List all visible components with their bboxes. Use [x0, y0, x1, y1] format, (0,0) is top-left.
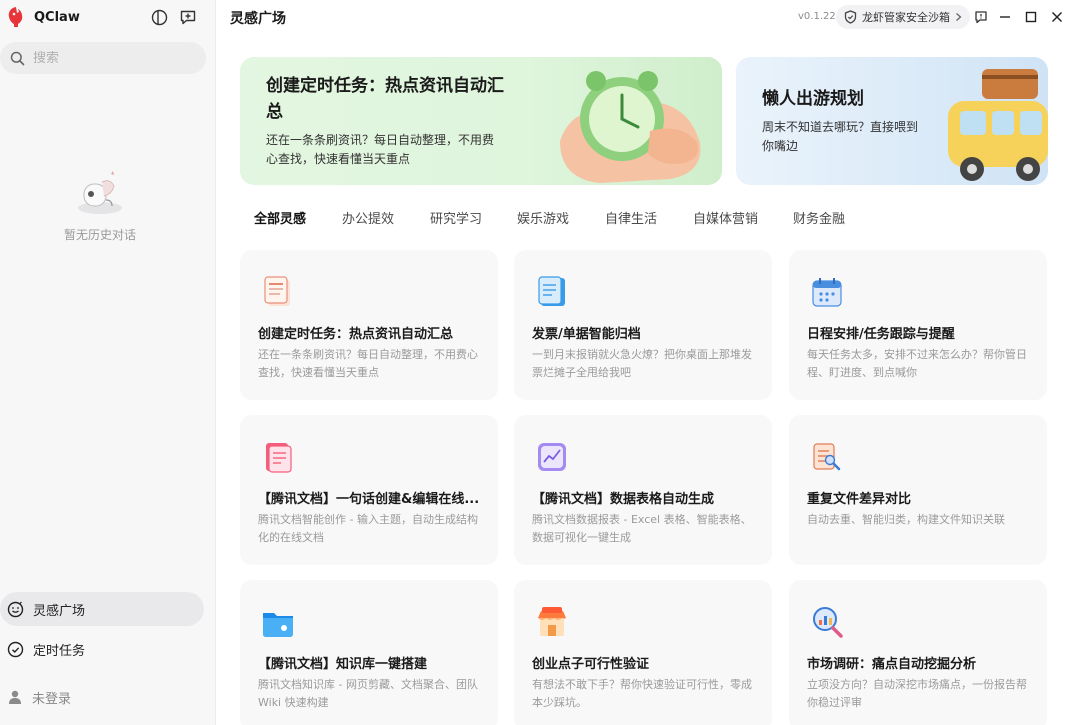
alarm-clock-illustration: [560, 71, 701, 183]
folder-icon: [263, 613, 293, 637]
card-desc: 腾讯文档知识库 - 网页剪藏、文档聚合、团队Wiki 快速构建: [258, 678, 478, 709]
qclaw-logo-icon: [8, 7, 23, 27]
user-icon: [9, 690, 21, 704]
card-title: 【腾讯文档】一句话创建&编辑在线...: [258, 492, 480, 507]
empty-history-illustration: [78, 171, 122, 214]
card-market-research[interactable]: 市场调研：痛点自动挖掘分析 立项没方向？自动深挖市场痛点，一份报告帮你稳过评审: [789, 580, 1047, 725]
security-sandbox-label: 龙虾管家安全沙箱: [862, 11, 950, 24]
travel-van-illustration: [948, 69, 1048, 181]
magnifier-chart-icon: [813, 607, 843, 638]
app-name: QClaw: [34, 9, 80, 25]
chart-card-icon: [538, 443, 566, 471]
search-icon: [10, 51, 25, 65]
card-tencent-doc-table[interactable]: 【腾讯文档】数据表格自动生成 腾讯文档数据报表 - Excel 表格、智能表格、…: [514, 415, 772, 565]
card-desc: 每天任务太多，安排不过来怎么办？帮你管日程、盯进度、到点喊你: [807, 348, 1027, 379]
nav-item-inspiration[interactable]: 灵感广场: [0, 592, 204, 626]
card-tencent-doc-knowledge[interactable]: 【腾讯文档】知识库一键搭建 腾讯文档知识库 - 网页剪藏、文档聚合、团队Wiki…: [240, 580, 498, 725]
shield-icon: [844, 10, 857, 24]
doc-edit-icon: [266, 443, 292, 473]
empty-history: 暂无历史对话: [0, 168, 200, 243]
card-title: 日程安排/任务跟踪与提醒: [807, 327, 955, 342]
new-chat-button[interactable]: [179, 8, 197, 26]
title-bar: 灵感广场 v0.1.22 龙虾管家安全沙箱: [216, 0, 1080, 34]
card-desc: 有想法不敢下手？帮你快速验证可行性，零成本少踩坑。: [532, 678, 752, 709]
card-desc: 自动去重、智能归类，构建文件知识关联: [807, 513, 1005, 526]
notepad-icon: [538, 276, 565, 306]
banner-desc: 还在一条条刷资讯？每日自动整理，不用费心查找，快速看懂当天重点: [266, 133, 495, 166]
card-title: 创业点子可行性验证: [532, 657, 650, 672]
page-title: 灵感广场: [230, 11, 286, 27]
banner-desc: 周末不知道去哪玩？直接喂到你嘴边: [762, 120, 919, 153]
banner-scheduled-news[interactable]: 创建定时任务：热点资讯自动汇总 还在一条条刷资讯？每日自动整理，不用费心查找，快…: [240, 57, 722, 185]
close-button[interactable]: [1048, 8, 1066, 26]
calendar-icon: [812, 278, 842, 307]
card-desc: 腾讯文档数据报表 - Excel 表格、智能表格、数据可视化一键生成: [532, 513, 752, 544]
feedback-icon: [975, 11, 987, 24]
card-invoice-archive[interactable]: 发票/单据智能归档 一到月末报销就火急火燎？把你桌面上那堆发票烂摊子全甩给我吧: [514, 250, 772, 400]
card-title: 创建定时任务：热点资讯自动汇总: [258, 327, 454, 342]
tab-finance[interactable]: 财务金融: [793, 208, 845, 227]
card-title: 【腾讯文档】数据表格自动生成: [532, 492, 715, 507]
store-icon: [538, 607, 566, 636]
close-icon: [1052, 12, 1062, 22]
banner-title: 创建定时任务：热点资讯自动汇总: [266, 76, 504, 122]
card-title: 【腾讯文档】知识库一键搭建: [258, 657, 428, 672]
clock-check-icon: [7, 641, 24, 657]
chat-plus-icon: [180, 10, 196, 25]
tab-self-discipline[interactable]: 自律生活: [605, 208, 657, 227]
smile-icon: [7, 601, 24, 617]
nav-item-scheduled-tasks[interactable]: 定时任务: [0, 632, 204, 666]
split-panel-icon: [151, 9, 167, 25]
card-file-compare[interactable]: 重复文件差异对比 自动去重、智能归类，构建文件知识关联: [789, 415, 1047, 565]
tab-all[interactable]: 全部灵感: [254, 208, 306, 227]
tab-research[interactable]: 研究学习: [430, 208, 482, 227]
version-label: v0.1.22: [798, 11, 836, 22]
empty-history-text: 暂无历史对话: [63, 228, 136, 242]
card-schedule-reminder[interactable]: 日程安排/任务跟踪与提醒 每天任务太多，安排不过来怎么办？帮你管日程、盯进度、到…: [789, 250, 1047, 400]
search-box[interactable]: [0, 42, 206, 74]
card-scheduled-news[interactable]: 创建定时任务：热点资讯自动汇总 还在一条条刷资讯？每日自动整理，不用费心查找，快…: [240, 250, 498, 400]
feedback-button[interactable]: [972, 8, 990, 26]
panel-toggle-button[interactable]: [150, 8, 168, 26]
tab-office[interactable]: 办公提效: [342, 208, 394, 227]
security-sandbox-button[interactable]: 龙虾管家安全沙箱: [836, 5, 970, 29]
news-document-icon: [264, 276, 290, 306]
search-input[interactable]: [33, 50, 183, 66]
nav-item-login[interactable]: 未登录: [0, 680, 204, 714]
card-title: 市场调研：痛点自动挖掘分析: [807, 657, 977, 672]
file-compare-icon: [813, 443, 841, 471]
sidebar: QClaw 暂无历史对话 灵感广场 定时任务 未登录: [0, 0, 216, 725]
maximize-icon: [1025, 11, 1037, 23]
banner-title: 懒人出游规划: [762, 89, 864, 109]
banner-travel-plan[interactable]: 懒人出游规划 周末不知道去哪玩？直接喂到你嘴边: [736, 57, 1048, 185]
nav-item-label: 定时任务: [33, 643, 86, 659]
tab-media-marketing[interactable]: 自媒体营销: [693, 208, 758, 227]
chevron-right-icon: [956, 13, 962, 21]
card-desc: 立项没方向？自动深挖市场痛点，一份报告帮你稳过评审: [807, 678, 1027, 709]
card-title: 重复文件差异对比: [807, 492, 912, 507]
card-tencent-doc-create[interactable]: 【腾讯文档】一句话创建&编辑在线... 腾讯文档智能创作 - 输入主题，自动生成…: [240, 415, 498, 565]
nav-item-label: 灵感广场: [33, 603, 86, 619]
card-desc: 还在一条条刷资讯？每日自动整理，不用费心查找，快速看懂当天重点: [258, 348, 478, 379]
minimize-icon: [1000, 16, 1010, 18]
minimize-button[interactable]: [996, 8, 1014, 26]
card-startup-validation[interactable]: 创业点子可行性验证 有想法不敢下手？帮你快速验证可行性，零成本少踩坑。: [514, 580, 772, 725]
card-desc: 一到月末报销就火急火燎？把你桌面上那堆发票烂摊子全甩给我吧: [532, 348, 752, 379]
card-title: 发票/单据智能归档: [532, 327, 641, 342]
card-desc: 腾讯文档智能创作 - 输入主题，自动生成结构化的在线文档: [258, 513, 478, 544]
nav-item-label: 未登录: [32, 691, 72, 707]
brand: QClaw: [6, 6, 80, 28]
maximize-button[interactable]: [1022, 8, 1040, 26]
tab-entertainment[interactable]: 娱乐游戏: [517, 208, 569, 227]
